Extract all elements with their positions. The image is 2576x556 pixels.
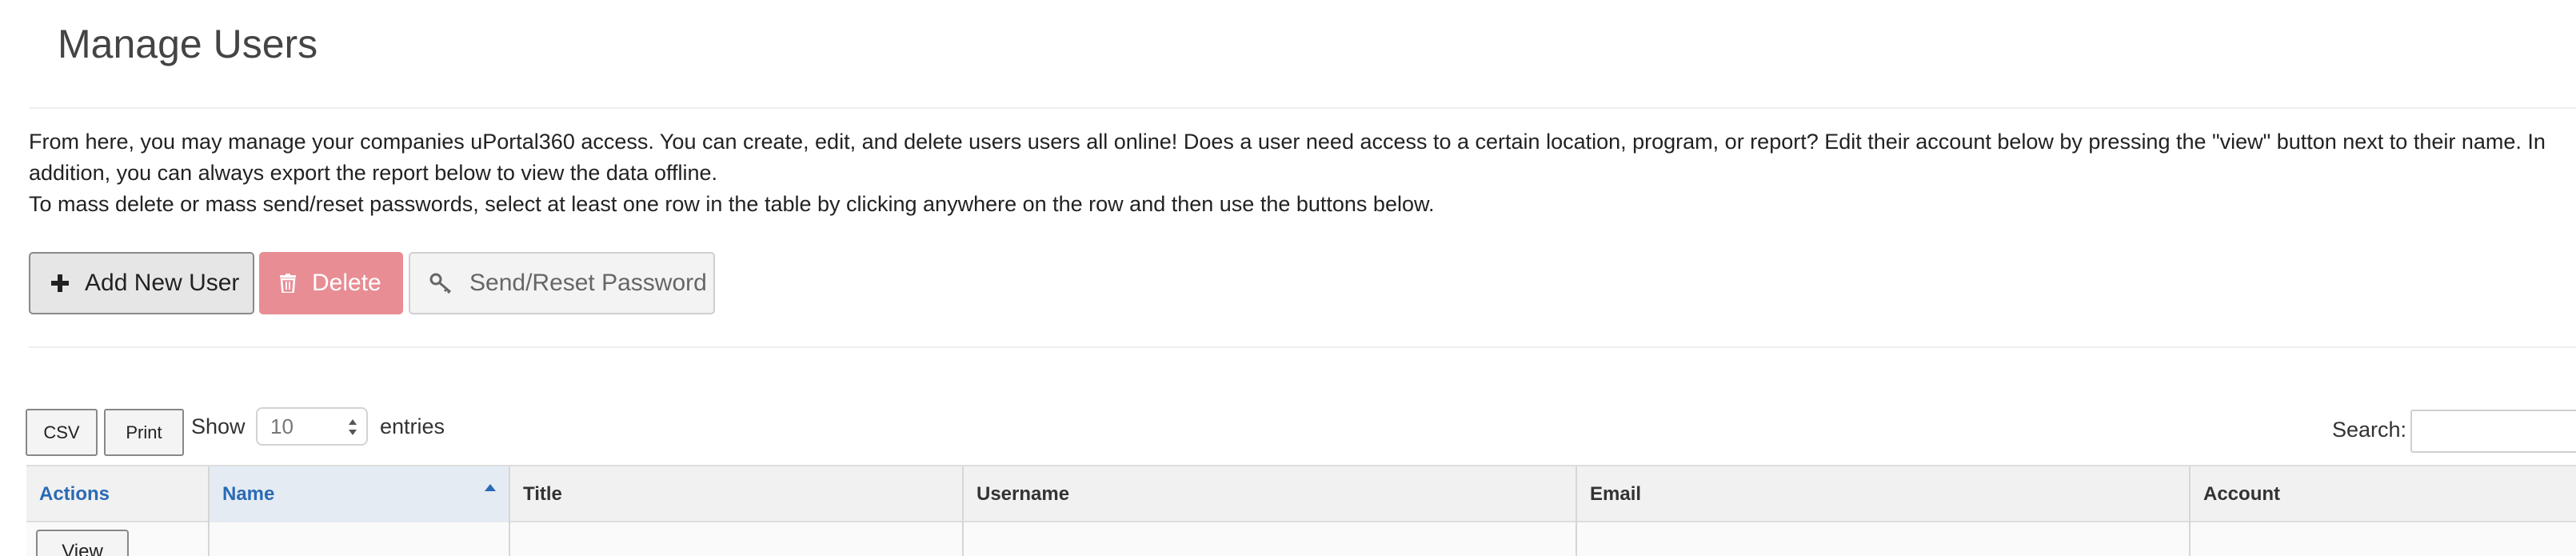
mass-action-hint: To mass delete or mass send/reset passwo…	[29, 192, 1435, 216]
send-reset-password-label: Send/Reset Password	[469, 270, 707, 296]
view-user-button[interactable]: View	[36, 530, 129, 556]
actions-cell: View	[26, 522, 208, 556]
title-cell	[509, 522, 962, 556]
page-length-select[interactable]: 10	[256, 407, 368, 446]
plus-icon	[51, 274, 69, 292]
intro-paragraph: From here, you may manage your companies…	[29, 130, 2546, 185]
delete-label: Delete	[312, 270, 381, 296]
send-reset-password-button[interactable]: Send/Reset Password	[409, 252, 715, 314]
column-header-email[interactable]: Email	[1576, 466, 2189, 522]
csv-export-button[interactable]: CSV	[26, 409, 98, 456]
key-icon	[429, 273, 453, 294]
column-header-actions[interactable]: Actions	[26, 466, 208, 522]
section-divider	[29, 346, 2576, 348]
print-button[interactable]: Print	[104, 409, 184, 456]
table-row[interactable]: View	[26, 522, 2576, 556]
add-new-user-label: Add New User	[85, 270, 240, 296]
email-cell	[1576, 522, 2189, 556]
account-cell	[2189, 522, 2576, 556]
page-title: Manage Users	[58, 22, 318, 66]
entries-label: entries	[380, 414, 445, 438]
name-cell	[208, 522, 509, 556]
show-label: Show	[191, 414, 246, 438]
sort-ascending-icon	[485, 484, 496, 491]
trash-icon	[280, 274, 296, 293]
title-divider	[29, 107, 2576, 109]
users-table-header: Actions Name Title Username Email Accoun…	[26, 465, 2576, 522]
search-label: Search:	[2332, 418, 2407, 442]
intro-text: From here, you may manage your companies…	[29, 126, 2572, 220]
add-new-user-button[interactable]: Add New User	[29, 252, 254, 314]
username-cell	[962, 522, 1576, 556]
column-header-account[interactable]: Account	[2189, 466, 2576, 522]
select-arrows-icon	[347, 416, 358, 438]
column-header-title[interactable]: Title	[509, 466, 962, 522]
column-header-name[interactable]: Name	[208, 466, 509, 522]
delete-button[interactable]: Delete	[259, 252, 403, 314]
search-input[interactable]	[2410, 410, 2576, 453]
column-header-username[interactable]: Username	[962, 466, 1576, 522]
column-header-name-label: Name	[222, 483, 275, 505]
page-length-value: 10	[270, 414, 294, 438]
